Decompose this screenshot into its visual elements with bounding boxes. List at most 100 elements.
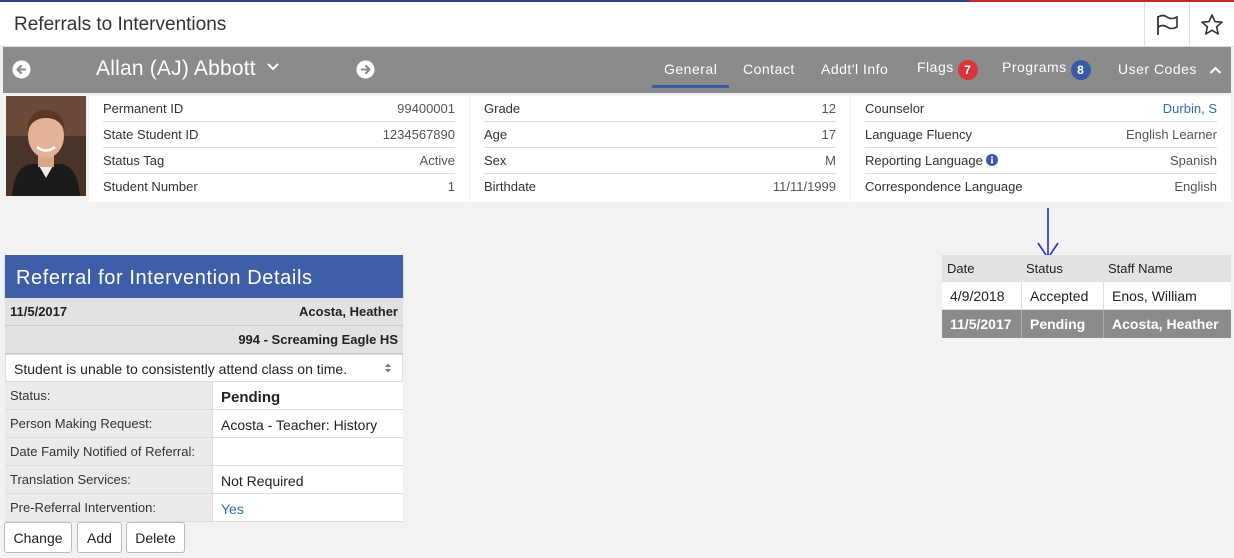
favorite-button[interactable] (1189, 2, 1234, 47)
info-label: Counselor (865, 101, 925, 116)
tab-flags-label: Flags (917, 59, 954, 75)
info-value: Active (419, 153, 455, 168)
field-value: Not Required (212, 466, 403, 493)
info-value: M (825, 153, 836, 168)
flag-button[interactable] (1144, 2, 1189, 47)
referral-date-staff-row: 11/5/2017 Acosta, Heather (5, 298, 403, 326)
table-row[interactable]: 4/9/2018 Accepted Enos, William (942, 282, 1231, 310)
field-translation-services: Translation Services: Not Required (5, 466, 403, 494)
arrow-right-circle-icon[interactable] (356, 60, 375, 79)
info-label: Language Fluency (865, 127, 972, 142)
info-row-correspondence-language: Correspondence Language English (865, 174, 1217, 200)
table-cell: Accepted (1022, 282, 1104, 309)
info-label: Birthdate (484, 179, 537, 194)
info-row-reporting-language: Reporting Language Spanish (865, 148, 1217, 174)
info-label: Student Number (103, 179, 198, 194)
student-photo (6, 96, 86, 196)
field-label: Status: (5, 382, 212, 409)
table-row-selected[interactable]: 11/5/2017 Pending Acosta, Heather (942, 310, 1231, 338)
info-value: 99400001 (397, 101, 455, 116)
field-pre-referral-intervention: Pre-Referral Intervention: Yes (5, 494, 403, 522)
arrow-left-circle-icon[interactable] (12, 60, 31, 79)
info-row-age: Age 17 (484, 122, 836, 148)
table-cell: 4/9/2018 (942, 282, 1022, 309)
info-row-grade: Grade 12 (484, 96, 836, 122)
title-bar: Referrals to Interventions (0, 2, 1234, 47)
column-header-date[interactable]: Date (942, 255, 1021, 282)
info-value: 1 (447, 179, 455, 194)
field-value (212, 438, 403, 465)
field-date-family-notified: Date Family Notified of Referral: (5, 438, 403, 466)
tab-flags[interactable]: Flags 7 (917, 59, 978, 80)
counselor-link[interactable]: Durbin, S (1163, 101, 1217, 116)
tab-user-codes[interactable]: User Codes (1118, 61, 1197, 77)
table-cell: Enos, William (1112, 288, 1197, 304)
student-info-column-3: Counselor Durbin, S Language Fluency Engli… (851, 96, 1231, 202)
info-row-sex: Sex M (484, 148, 836, 174)
field-person-making-request: Person Making Request: Acosta - Teacher: … (5, 410, 403, 438)
info-icon[interactable] (986, 154, 999, 166)
info-row-status-tag: Status Tag Active (103, 148, 455, 174)
info-row-counselor: Counselor Durbin, S (865, 96, 1217, 122)
field-label: Date Family Notified of Referral: (5, 438, 212, 465)
tab-contact-label: Contact (743, 61, 795, 77)
info-value: English Learner (1125, 127, 1217, 142)
referral-description-field[interactable]: Student is unable to consistently attend… (5, 354, 403, 382)
chevron-down-icon (267, 63, 279, 71)
info-row-permanent-id: Permanent ID 99400001 (103, 96, 455, 122)
table-cell: Pending (1022, 310, 1104, 338)
tab-general[interactable]: General (651, 61, 730, 88)
student-header-bar: Allan (AJ) Abbott General Contact Addt'l… (3, 47, 1231, 93)
info-label: Reporting Language (865, 153, 999, 168)
tab-addtl-info-label: Addt'l Info (821, 61, 889, 77)
field-label: Person Making Request: (5, 410, 212, 437)
tab-addtl-info[interactable]: Addt'l Info (821, 61, 888, 77)
info-value: 17 (821, 127, 836, 142)
flag-icon (1157, 14, 1178, 35)
reporting-language-label: Reporting Language (865, 153, 983, 168)
table-cell: 11/5/2017 (942, 310, 1022, 338)
info-row-language-fluency: Language Fluency English Learner (865, 122, 1217, 148)
tab-user-codes-label: User Codes (1118, 61, 1197, 77)
field-label: Translation Services: (5, 466, 212, 493)
column-header-staff-name[interactable]: Staff Name (1103, 255, 1231, 282)
field-value: Acosta - Teacher: History (212, 410, 403, 437)
referral-description: Student is unable to consistently attend… (14, 361, 348, 377)
page-title: Referrals to Interventions (14, 14, 227, 35)
sort-arrows-icon[interactable] (384, 362, 392, 374)
tab-general-label: General (664, 61, 718, 77)
referral-school: 994 - Screaming Eagle HS (238, 332, 398, 347)
student-info-column-1: Permanent ID 99400001 State Student ID 123… (89, 96, 469, 202)
referral-staff: Acosta, Heather (299, 304, 398, 319)
info-label: State Student ID (103, 127, 199, 142)
student-name-dropdown[interactable]: Allan (AJ) Abbott (96, 57, 280, 81)
info-value: Spanish (1170, 153, 1217, 168)
student-name: Allan (AJ) Abbott (96, 57, 256, 80)
tab-programs-label: Programs (1002, 59, 1067, 75)
pre-referral-intervention-link[interactable]: Yes (212, 494, 403, 521)
field-status: Status: Pending (5, 382, 403, 410)
change-button[interactable]: Change (4, 522, 72, 553)
delete-button[interactable]: Delete (126, 522, 185, 553)
info-value: 12 (821, 101, 836, 116)
tab-contact[interactable]: Contact (743, 61, 795, 77)
info-row-student-number: Student Number 1 (103, 174, 455, 200)
info-label: Sex (484, 153, 507, 168)
table-cell: Acosta, Heather (1112, 316, 1219, 332)
referral-school-row: 994 - Screaming Eagle HS (5, 326, 403, 354)
info-value: 11/11/1999 (772, 179, 836, 194)
info-row-state-student-id: State Student ID 1234567890 (103, 122, 455, 148)
add-button[interactable]: Add (77, 522, 122, 553)
referral-date: 11/5/2017 (10, 304, 68, 319)
referral-details-panel: Referral for Intervention Details 11/5/2… (5, 255, 403, 522)
student-info-column-2: Grade 12 Age 17 Sex M Birthdate 11/11/1999 (470, 96, 850, 202)
table-header-row: Date Status Staff Name (942, 255, 1231, 282)
field-label: Pre-Referral Intervention: (5, 494, 212, 521)
info-label: Correspondence Language (865, 179, 1023, 194)
tab-programs[interactable]: Programs 8 (1002, 59, 1091, 80)
column-header-status[interactable]: Status (1021, 255, 1103, 282)
panel-header: Referral for Intervention Details (5, 255, 403, 298)
chevron-up-icon[interactable] (1209, 65, 1222, 75)
info-label: Status Tag (103, 153, 165, 168)
info-value: 1234567890 (382, 127, 455, 142)
